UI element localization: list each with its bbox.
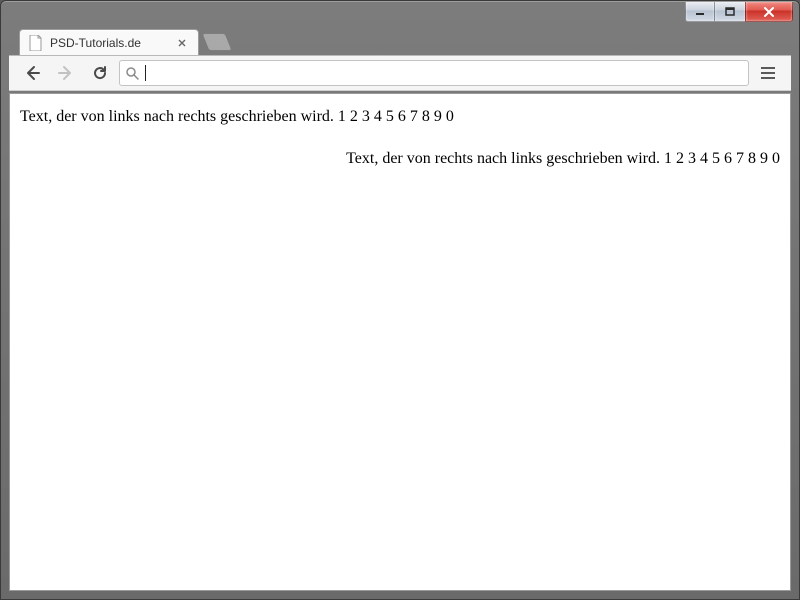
- minimize-button[interactable]: [685, 2, 715, 22]
- reload-icon: [92, 65, 108, 81]
- tabstrip: PSD-Tutorials.de: [9, 27, 791, 55]
- reload-button[interactable]: [85, 59, 115, 87]
- search-icon: [126, 67, 139, 80]
- text-cursor: [145, 65, 146, 81]
- back-button[interactable]: [17, 59, 47, 87]
- page-body: Text, der von links nach rechts geschrie…: [10, 94, 790, 182]
- address-bar[interactable]: [119, 60, 749, 86]
- x-icon: [178, 39, 186, 47]
- close-icon: [763, 7, 775, 17]
- close-button[interactable]: [745, 2, 793, 22]
- window-frame: PSD-Tutorials.de: [0, 0, 800, 600]
- browser-tab[interactable]: PSD-Tutorials.de: [19, 29, 199, 55]
- minimize-icon: [695, 7, 705, 17]
- maximize-icon: [725, 7, 735, 17]
- file-icon: [28, 35, 44, 51]
- rtl-text-line: Text, der von rechts nach links geschrie…: [20, 150, 780, 168]
- hamburger-icon: [761, 67, 775, 79]
- tab-close-button[interactable]: [174, 35, 190, 51]
- chrome-area: PSD-Tutorials.de: [9, 29, 791, 91]
- forward-button[interactable]: [51, 59, 81, 87]
- arrow-right-icon: [57, 64, 75, 82]
- arrow-left-icon: [23, 64, 41, 82]
- window-titlebar: [1, 1, 799, 29]
- page-viewport[interactable]: Text, der von links nach rechts geschrie…: [9, 93, 791, 591]
- new-tab-button[interactable]: [201, 33, 232, 51]
- toolbar: [9, 55, 791, 91]
- window-buttons: [685, 2, 793, 22]
- url-input[interactable]: [145, 65, 742, 81]
- tab-title: PSD-Tutorials.de: [50, 36, 168, 50]
- ltr-text-line: Text, der von links nach rechts geschrie…: [20, 108, 780, 126]
- menu-button[interactable]: [753, 59, 783, 87]
- maximize-button[interactable]: [715, 2, 745, 22]
